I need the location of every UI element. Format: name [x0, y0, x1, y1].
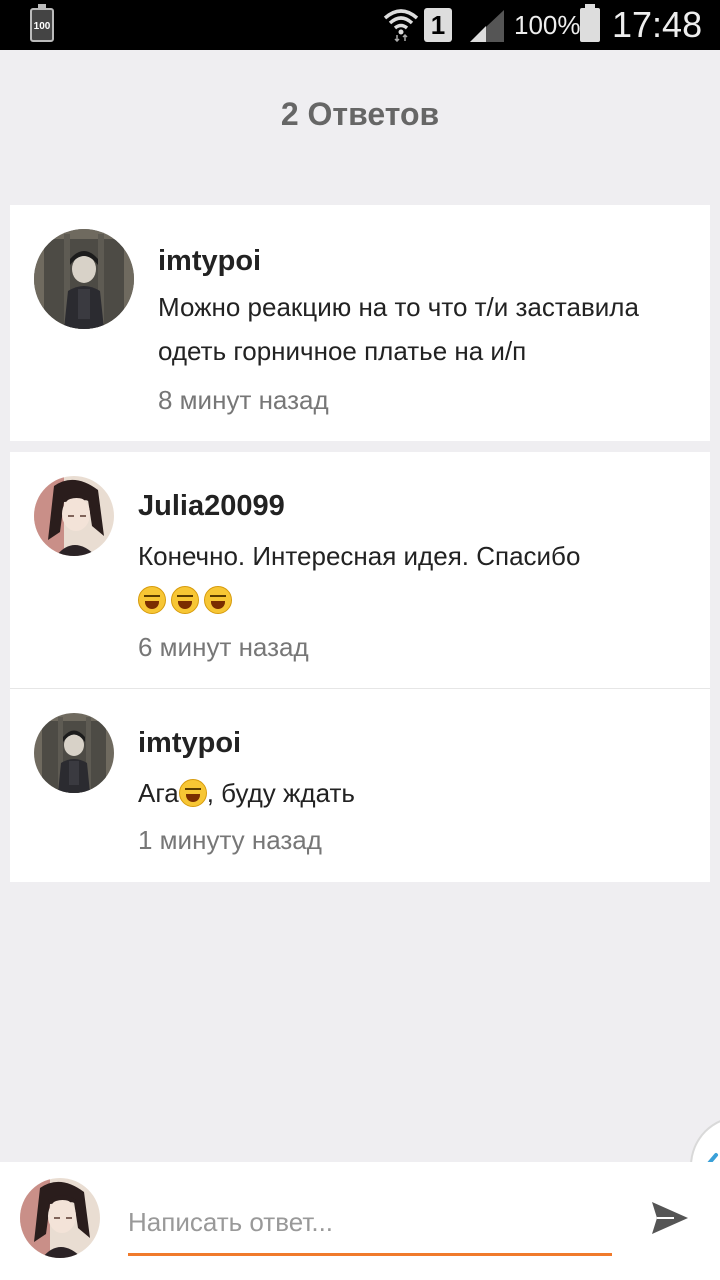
avatar-image: [34, 476, 114, 556]
comment-item: Julia20099 Конечно. Интересная идея. Спа…: [10, 452, 710, 688]
comment-text-body: Конечно. Интересная идея. Спасибо: [138, 541, 581, 571]
laughing-emoji-icon: [204, 586, 232, 614]
comment-time: 6 минут назад: [138, 632, 309, 662]
comment-username[interactable]: imtypoi: [138, 727, 241, 760]
wifi-icon: [383, 9, 419, 42]
page-title: 2 Ответов: [280, 96, 440, 132]
battery-icon: [580, 4, 600, 42]
comment-item: imtypoi Ага , буду ждать 1 минуту назад: [10, 689, 710, 882]
current-user-avatar[interactable]: [20, 1178, 100, 1258]
battery-percent: 100%: [514, 10, 581, 40]
avatar-image: [34, 229, 134, 329]
laughing-emoji-icon: [138, 586, 166, 614]
reply-input[interactable]: [128, 1192, 612, 1256]
status-bar: 100 1 100% 17:48: [0, 0, 720, 50]
comment-text: Конечно. Интересная идея. Спасибо: [138, 534, 698, 622]
comment-username[interactable]: imtypoi: [158, 245, 261, 278]
comment-username[interactable]: Julia20099: [138, 490, 285, 523]
avatar-image: [20, 1178, 100, 1258]
comment-card: imtypoi Можно реакцию на то что т/и заст…: [10, 205, 710, 441]
comment-text-before: Ага: [138, 778, 179, 808]
comment-text-after: , буду ждать: [206, 778, 355, 808]
avatar[interactable]: [34, 476, 114, 556]
avatar[interactable]: [34, 229, 134, 329]
sim-icon: 1: [424, 8, 452, 42]
comment-item: imtypoi Можно реакцию на то что т/и заст…: [10, 205, 710, 441]
battery-saver-icon: 100: [30, 4, 54, 42]
clock: 17:48: [612, 4, 703, 45]
comment-time: 1 минуту назад: [138, 825, 322, 855]
avatar-image: [34, 713, 114, 793]
battery-small-label: 100: [33, 21, 51, 32]
comment-text: Ага , буду ждать: [138, 771, 698, 815]
laughing-emoji-icon: [171, 586, 199, 614]
laughing-emoji-icon: [178, 779, 207, 807]
comment-card: Julia20099 Конечно. Интересная идея. Спа…: [10, 452, 710, 882]
comment-text: Можно реакцию на то что т/и заставила од…: [158, 292, 639, 366]
avatar[interactable]: [34, 713, 114, 793]
signal-icon: [470, 10, 504, 42]
reply-bar: [0, 1162, 720, 1280]
send-icon[interactable]: [648, 1198, 692, 1238]
comment-time: 8 минут назад: [158, 385, 329, 415]
